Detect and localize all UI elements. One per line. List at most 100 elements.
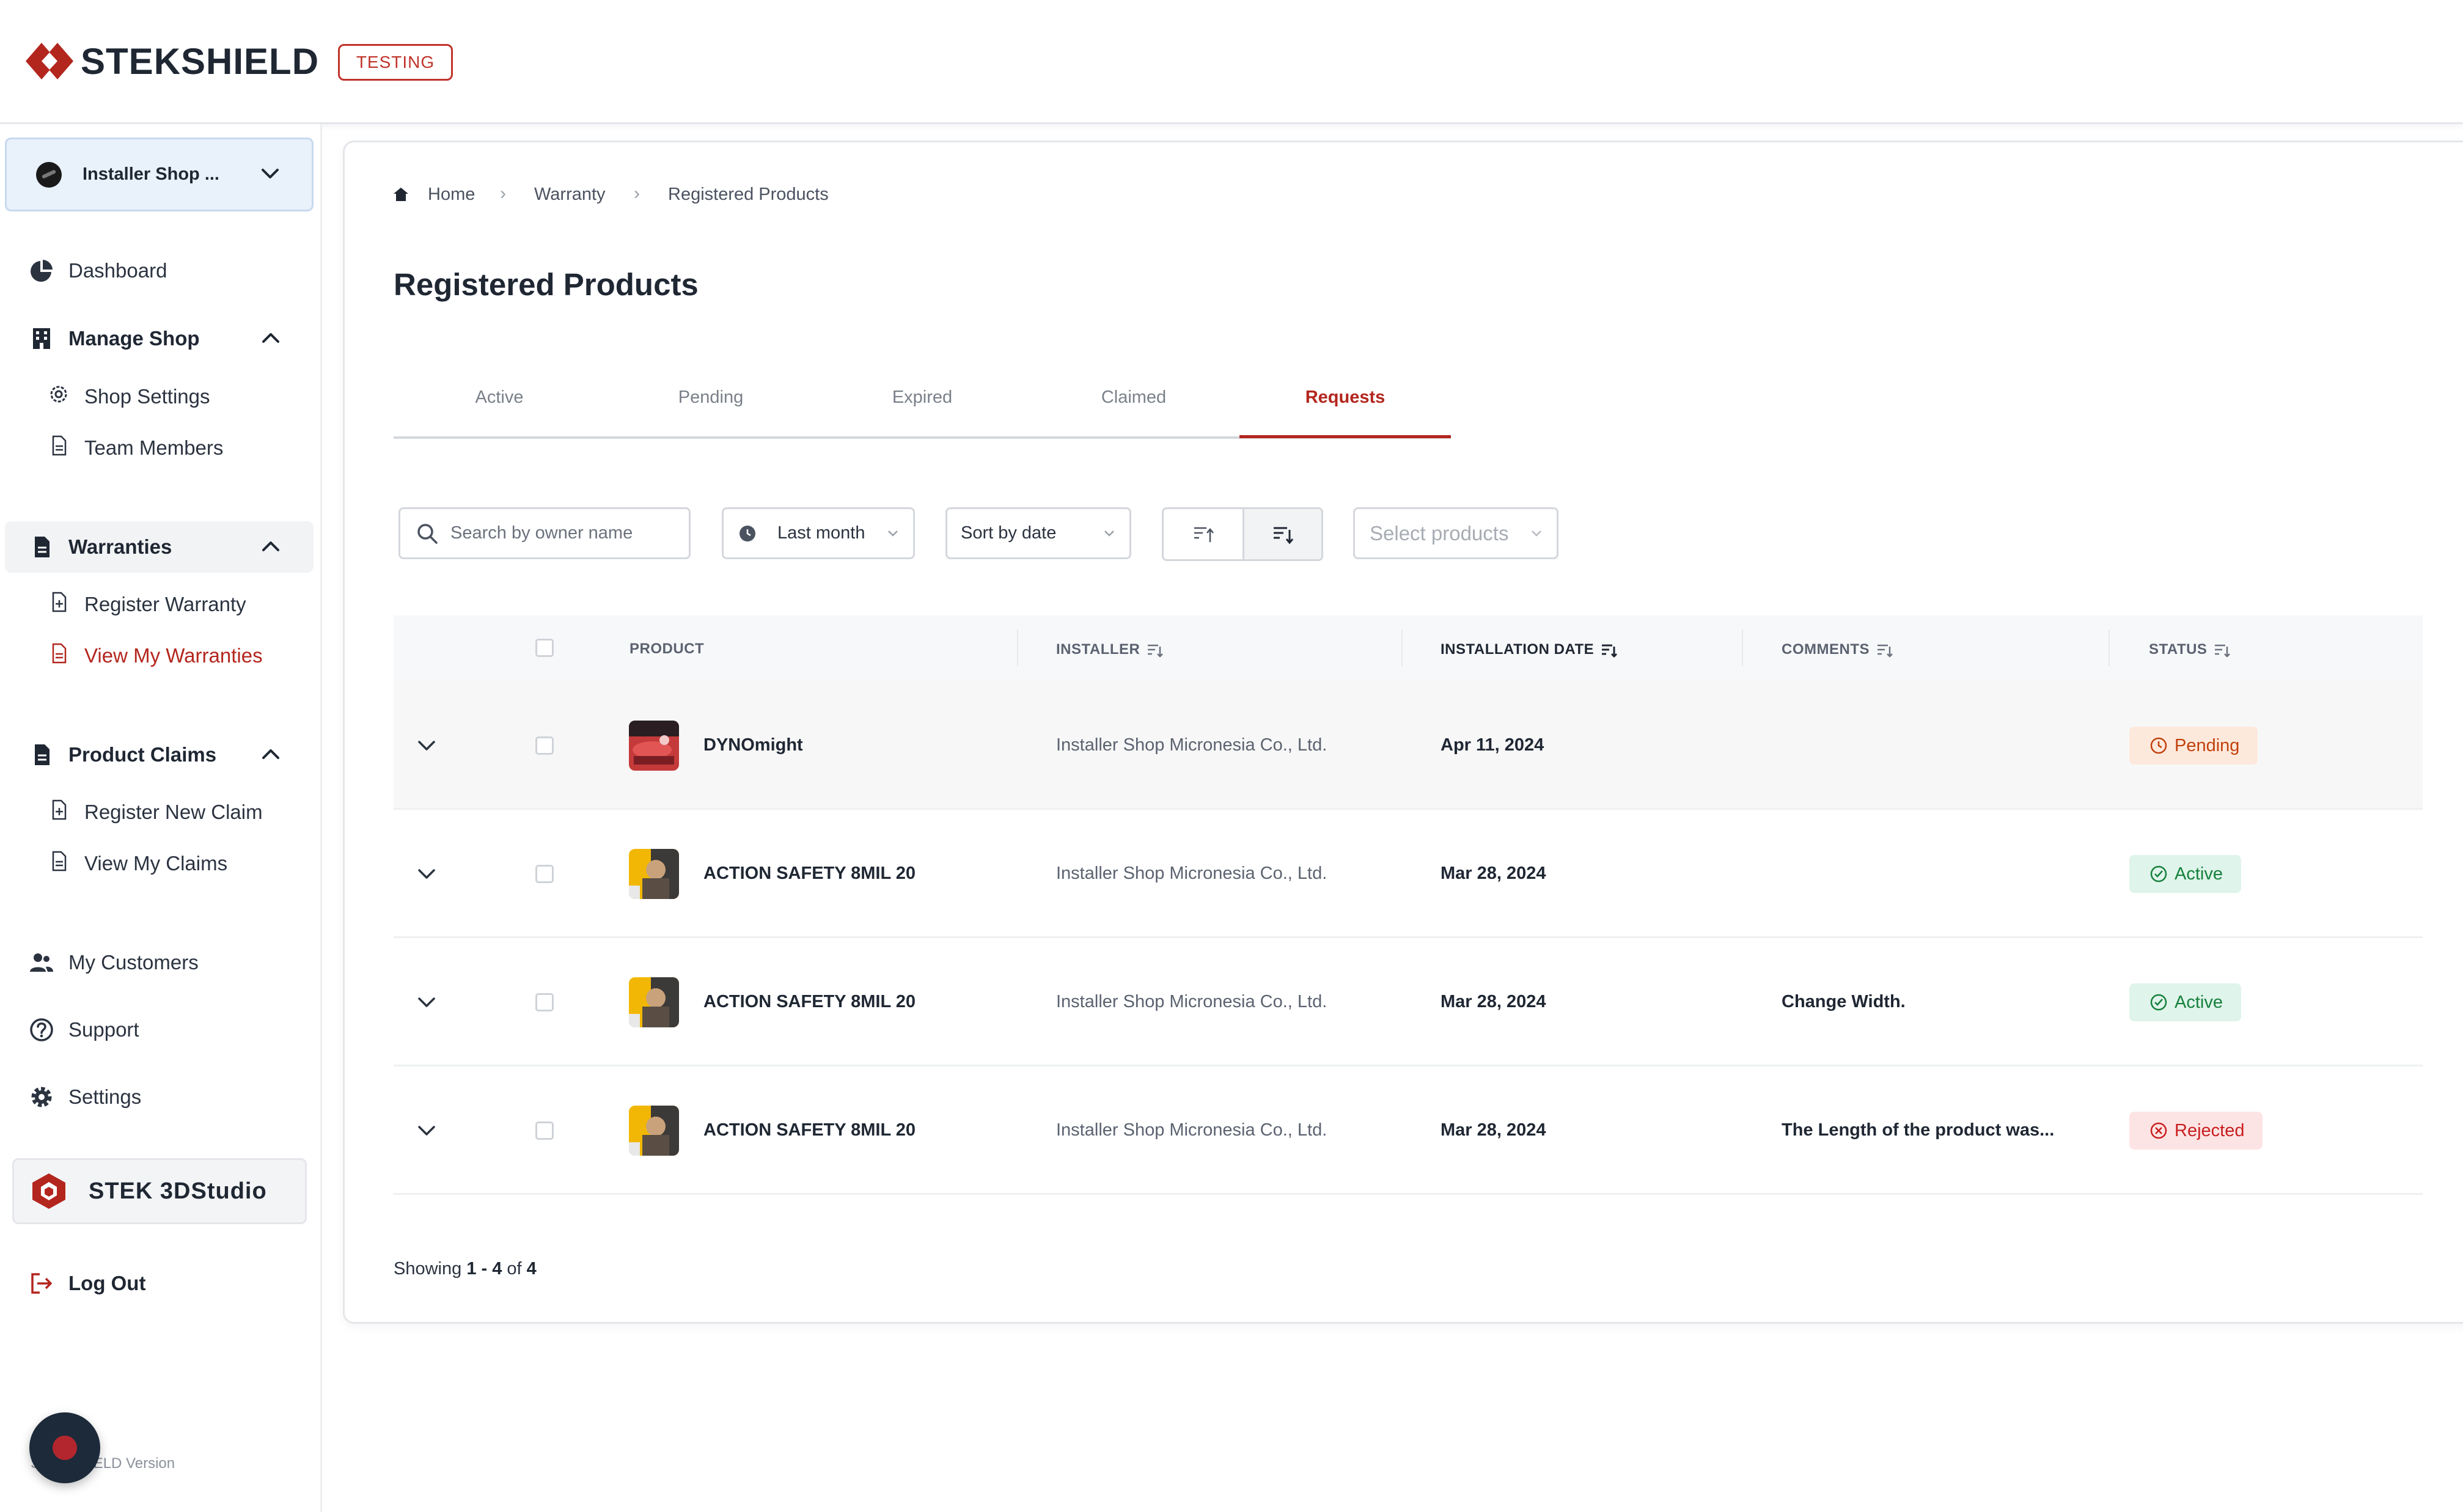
chevron-up-icon[interactable] (259, 534, 283, 559)
search-icon (417, 523, 438, 544)
sidebar-item-my-customers[interactable]: My Customers (28, 949, 199, 976)
column-header-installation-date[interactable]: INSTALLATION DATE (1441, 640, 1618, 659)
tab-claimed[interactable]: Claimed (1028, 387, 1239, 408)
top-bar: STEKSHIELD TESTING (0, 0, 2463, 124)
row-installation-date: Mar 28, 2024 (1441, 992, 1546, 1011)
sort-ascending-button[interactable] (1164, 509, 1243, 559)
product-select-dropdown[interactable]: Select products (1353, 507, 1558, 559)
table-row[interactable] (394, 681, 2423, 810)
row-product-name[interactable]: DYNOmight (703, 735, 803, 755)
search-input[interactable] (450, 523, 683, 543)
column-divider (2109, 629, 2110, 666)
sort-descending-icon (1274, 527, 1294, 545)
check-circle-icon (2150, 994, 2167, 1011)
document-filled-icon (28, 534, 55, 560)
sidebar-item-label: Shop Settings (84, 385, 210, 408)
product-image-icon (629, 721, 679, 771)
sort-direction-toggle (1162, 507, 1323, 561)
date-range-dropdown[interactable]: Last month (722, 507, 915, 559)
sidebar-item-support[interactable]: Support (28, 1016, 139, 1043)
tab-pending[interactable]: Pending (605, 387, 817, 408)
chat-launcher-button[interactable] (29, 1412, 100, 1483)
shop-selector-label: Installer Shop ... (83, 164, 219, 184)
sidebar-item-settings[interactable]: Settings (28, 1084, 141, 1110)
breadcrumb-separator-icon: › (634, 183, 640, 204)
breadcrumb-warranty[interactable]: Warranty (534, 185, 606, 205)
sidebar-item-team-members[interactable]: Team Members (48, 435, 223, 461)
tab-requests[interactable]: Requests (1239, 387, 1451, 408)
users-icon (28, 949, 55, 976)
pagination-prefix: Showing (394, 1259, 462, 1279)
chevron-down-icon (262, 169, 279, 178)
sidebar-item-view-my-claims[interactable]: View My Claims (48, 850, 227, 877)
row-comments: Change Width. (1782, 992, 1906, 1011)
row-product-name[interactable]: ACTION SAFETY 8MIL 20 (703, 864, 916, 884)
logout-button[interactable]: Log Out (28, 1270, 145, 1297)
building-icon (28, 325, 55, 352)
product-thumbnail (629, 1106, 679, 1156)
breadcrumb-separator-icon: › (500, 183, 506, 204)
tab-expired[interactable]: Expired (817, 387, 1028, 408)
row-checkbox[interactable] (535, 993, 554, 1011)
sidebar-item-label: My Customers (68, 951, 199, 974)
chevron-down-icon[interactable] (414, 990, 439, 1015)
stekshield-logo-icon (26, 43, 73, 79)
column-header-comments[interactable]: COMMENTS (1782, 640, 1894, 659)
product-thumbnail (629, 977, 679, 1027)
column-divider (1017, 629, 1018, 666)
status-badge: Rejected (2129, 1112, 2263, 1150)
sidebar-item-shop-settings[interactable]: Shop Settings (48, 383, 210, 410)
breadcrumb-home[interactable]: Home (428, 185, 475, 205)
sort-descending-button[interactable] (1243, 509, 1321, 559)
chevron-down-icon[interactable] (414, 862, 439, 886)
document-icon (48, 642, 70, 669)
row-checkbox[interactable] (535, 1121, 554, 1140)
document-plus-icon (48, 799, 70, 826)
home-icon[interactable] (392, 185, 410, 204)
sort-icon (1148, 644, 1164, 658)
row-product-name[interactable]: ACTION SAFETY 8MIL 20 (703, 1120, 916, 1140)
chevron-up-icon[interactable] (259, 326, 283, 350)
app-root: STEKSHIELD TESTING Installer Shop ... Da… (0, 0, 2463, 1512)
document-icon (48, 435, 70, 461)
row-checkbox[interactable] (535, 865, 554, 883)
row-product-name[interactable]: ACTION SAFETY 8MIL 20 (703, 992, 916, 1012)
sidebar-item-register-warranty[interactable]: Register Warranty (48, 591, 246, 618)
pagination-total: 4 (526, 1259, 537, 1279)
select-all-checkbox[interactable] (535, 639, 554, 657)
chevron-down-icon[interactable] (414, 1118, 439, 1143)
sidebar-item-register-new-claim[interactable]: Register New Claim (48, 799, 263, 826)
column-header-label: COMMENTS (1782, 641, 1870, 658)
tab-active[interactable]: Active (394, 387, 605, 408)
brand-logo[interactable]: STEKSHIELD (26, 39, 319, 83)
sidebar-section-manage-shop[interactable]: Manage Shop (28, 325, 200, 352)
shop-selector[interactable]: Installer Shop ... (5, 138, 314, 211)
column-header-status[interactable]: STATUS (2149, 640, 2231, 659)
chevron-up-icon[interactable] (259, 742, 283, 766)
chevron-down-icon[interactable] (414, 733, 439, 758)
sidebar: Installer Shop ... Dashboard Manage Shop… (0, 124, 322, 1512)
table-row[interactable] (394, 938, 2423, 1066)
pie-chart-icon (28, 257, 55, 284)
sidebar-section-product-claims[interactable]: Product Claims (28, 741, 216, 768)
column-header-installer[interactable]: INSTALLER (1056, 640, 1164, 659)
row-installer: Installer Shop Micronesia Co., Ltd. (1056, 992, 1327, 1011)
table-row[interactable] (394, 810, 2423, 938)
product-thumbnail (629, 721, 679, 771)
stek-3dstudio-link[interactable]: STEK 3DStudio (12, 1158, 307, 1224)
pagination-summary: Showing 1 - 4 of 4 (394, 1259, 537, 1279)
gear-icon (28, 1084, 55, 1110)
row-checkbox[interactable] (535, 736, 554, 755)
sort-dropdown[interactable]: Sort by date (945, 507, 1131, 559)
row-installer: Installer Shop Micronesia Co., Ltd. (1056, 864, 1327, 883)
sidebar-item-view-my-warranties[interactable]: View My Warranties (48, 642, 263, 669)
owner-search[interactable] (398, 507, 691, 559)
row-comments: The Length of the product was... (1782, 1120, 2055, 1140)
sidebar-section-warranties[interactable]: Warranties (28, 534, 172, 560)
status-badge: Active (2129, 855, 2241, 893)
column-divider (1401, 629, 1403, 666)
product-image-icon (629, 849, 679, 899)
sidebar-item-dashboard[interactable]: Dashboard (28, 257, 167, 284)
table-row[interactable] (394, 1066, 2423, 1195)
chevron-down-icon (1104, 530, 1114, 537)
